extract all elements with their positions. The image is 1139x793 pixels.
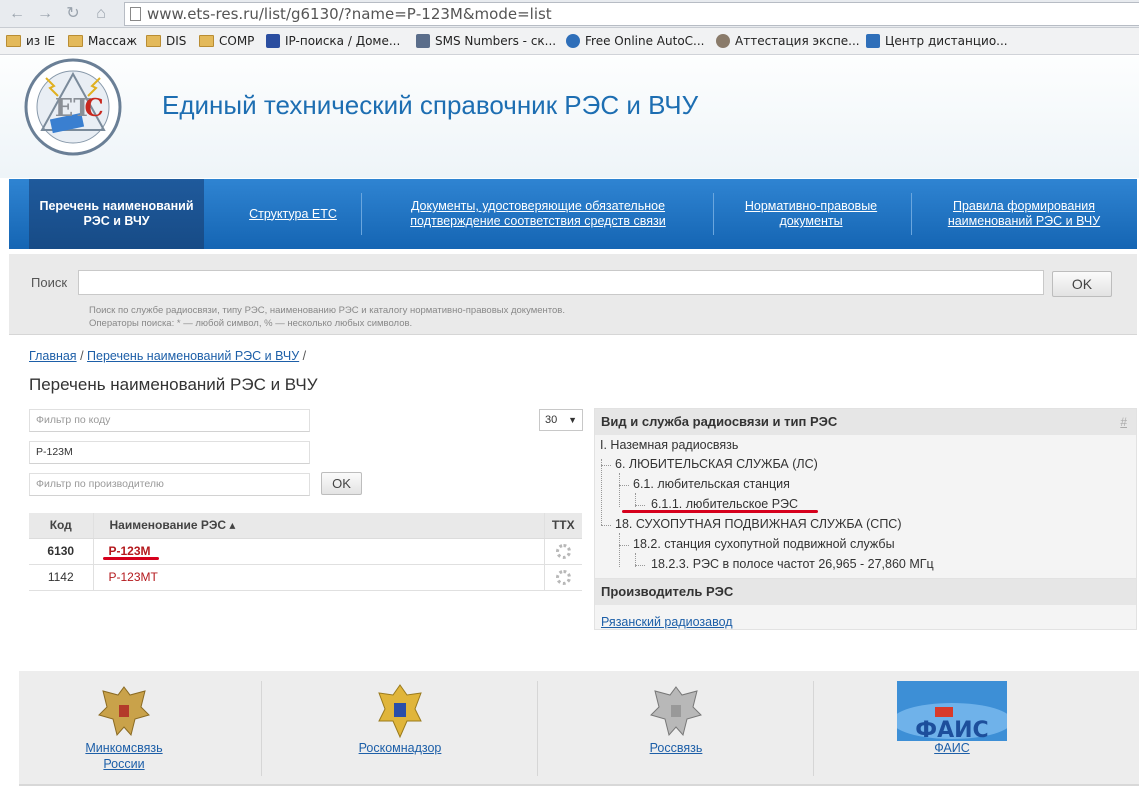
reload-icon[interactable]: ↻ (62, 4, 84, 24)
table-row[interactable]: 1142 Р-123МТ (29, 564, 582, 591)
site-favicon-icon (866, 34, 880, 48)
bookmarks-bar: из IE Массаж DIS COMP IP-поиска / Доме..… (0, 28, 1139, 55)
search-operators-hint: Операторы поиска: * — любой символ, % — … (89, 318, 413, 329)
cell-code: 6130 (29, 538, 93, 565)
roskomnadzor-emblem-icon[interactable] (371, 681, 429, 741)
footer-link-minkomsvyaz[interactable]: Минкомсвязь России (73, 740, 175, 772)
name-filter-input[interactable]: Р-123М (29, 441, 310, 464)
footer-link-fais[interactable]: ФАИС (901, 740, 1003, 756)
footer-link-rossvyaz[interactable]: Россвязь (625, 740, 727, 756)
tree-item: 18.2.3. РЭС в полосе частот 26,965 - 27,… (651, 557, 934, 571)
red-underline-annotation (103, 557, 159, 560)
tree-item: 6.1.1. любительское РЭС (651, 497, 799, 511)
url-text: www.ets-res.ru/list/g6130/?name=Р-123М&m… (147, 5, 552, 23)
search-label: Поиск (31, 275, 68, 290)
bookmark-folder[interactable]: из IE (6, 34, 55, 49)
breadcrumb: Главная / Перечень наименований РЭС и ВЧ… (29, 349, 307, 363)
site-favicon-icon (266, 34, 280, 48)
home-icon[interactable]: ⌂ (90, 4, 112, 24)
site-favicon-icon (416, 34, 430, 48)
bookmark-folder[interactable]: Массаж (68, 34, 137, 49)
folder-icon (6, 35, 21, 47)
site-favicon-icon (716, 34, 730, 48)
nav-item-documents[interactable]: Документы, удостоверяющие обязательное п… (401, 179, 675, 249)
page-icon (130, 7, 141, 21)
gear-icon[interactable] (555, 543, 571, 559)
column-header-name[interactable]: Наименование РЭС ▴ (92, 513, 544, 539)
svg-text:С: С (84, 93, 103, 122)
maker-panel: Производитель РЭС Рязанский радиозавод (594, 578, 1137, 630)
footer: Минкомсвязь России Роскомнадзор Россвязь… (19, 671, 1139, 786)
footer-link-roskomnadzor[interactable]: Роскомнадзор (349, 740, 451, 756)
nav-item-ets-structure[interactable]: Структура ЕТС (223, 179, 363, 249)
bookmark-folder[interactable]: DIS (146, 34, 186, 49)
folder-icon (146, 35, 161, 47)
res-name-link[interactable]: Р-123МТ (109, 570, 158, 584)
maker-panel-title: Производитель РЭС (595, 579, 1136, 605)
column-header-ttx: ТТХ (543, 513, 582, 539)
fais-logo-icon[interactable]: ФАИС (897, 681, 1007, 741)
nav-item-naming-rules[interactable]: Правила формирования наименований РЭС и … (943, 179, 1105, 249)
dropdown-arrow-icon: ▼ (568, 415, 577, 425)
search-input[interactable] (78, 270, 1044, 295)
bookmark-folder[interactable]: COMP (199, 34, 254, 49)
tree-item: 6.1. любительская станция (633, 477, 790, 491)
back-arrow-icon[interactable]: ← (6, 4, 28, 24)
forward-arrow-icon[interactable]: → (34, 4, 56, 24)
folder-icon (199, 35, 214, 47)
maker-link[interactable]: Рязанский радиозавод (601, 615, 733, 629)
bookmark-link[interactable]: Free Online AutoC... (566, 34, 704, 49)
rossvyaz-emblem-icon[interactable] (647, 681, 705, 741)
code-filter-input[interactable]: Фильтр по коду (29, 409, 310, 432)
tree-item: I. Наземная радиосвязь (600, 438, 739, 452)
breadcrumb-current-link[interactable]: Перечень наименований РЭС и ВЧУ (87, 349, 299, 363)
tree-item: 18.2. станция сухопутной подвижной служб… (633, 537, 895, 551)
service-panel: Вид и служба радиосвязи и тип РЭС # I. Н… (594, 408, 1137, 579)
table-header-row: Код Наименование РЭС ▴ ТТХ (29, 513, 582, 539)
results-table: Код Наименование РЭС ▴ ТТХ 6130 Р-123М 1… (29, 513, 582, 591)
browser-toolbar: ← → ↻ ⌂ www.ets-res.ru/list/g6130/?name=… (0, 0, 1139, 28)
bookmark-link[interactable]: IP-поиска / Доме... (266, 34, 400, 49)
main-navigation: Перечень наименований РЭС и ВЧУ Структур… (9, 179, 1137, 249)
per-page-select[interactable]: 30 ▼ (539, 409, 583, 431)
anchor-link[interactable]: # (1120, 409, 1127, 435)
bookmark-link[interactable]: SMS Numbers - ск... (416, 34, 556, 49)
address-bar[interactable]: www.ets-res.ru/list/g6130/?name=Р-123М&m… (124, 2, 1139, 26)
cell-code: 1142 (29, 564, 93, 591)
breadcrumb-home-link[interactable]: Главная (29, 349, 77, 363)
column-header-code[interactable]: Код (29, 513, 93, 539)
page-title: Перечень наименований РЭС и ВЧУ (29, 375, 318, 394)
maker-filter-input[interactable]: Фильтр по производителю (29, 473, 310, 496)
nav-item-legal-docs[interactable]: Нормативно-правовые документы (721, 179, 901, 249)
nav-item-res-list[interactable]: Перечень наименований РЭС и ВЧУ (29, 179, 204, 249)
tree-item: 6. ЛЮБИТЕЛЬСКАЯ СЛУЖБА (ЛС) (615, 457, 818, 471)
tree-item: 18. СУХОПУТНАЯ ПОДВИЖНАЯ СЛУЖБА (СПС) (615, 517, 902, 531)
bookmark-link[interactable]: Центр дистанцио... (866, 34, 1008, 49)
search-hint: Поиск по службе радиосвязи, типу РЭС, на… (89, 305, 565, 316)
bookmark-link[interactable]: Аттестация экспе... (716, 34, 860, 49)
service-panel-title: Вид и служба радиосвязи и тип РЭС # (595, 409, 1136, 435)
res-name-link[interactable]: Р-123М (109, 544, 151, 558)
ets-logo-icon[interactable]: ЕТ С (16, 58, 130, 156)
site-title: Единый технический справочник РЭС и ВЧУ (162, 90, 699, 120)
svg-text:ФАИС: ФАИС (915, 718, 988, 741)
search-panel: Поиск OK Поиск по службе радиосвязи, тип… (9, 254, 1137, 335)
red-underline-annotation (622, 510, 818, 513)
search-ok-button[interactable]: OK (1052, 271, 1112, 297)
gear-icon[interactable] (555, 569, 571, 585)
folder-icon (68, 35, 83, 47)
russian-emblem-icon[interactable] (95, 681, 153, 741)
filter-ok-button[interactable]: OK (321, 472, 362, 495)
table-row[interactable]: 6130 Р-123М (29, 538, 582, 565)
site-favicon-icon (566, 34, 580, 48)
